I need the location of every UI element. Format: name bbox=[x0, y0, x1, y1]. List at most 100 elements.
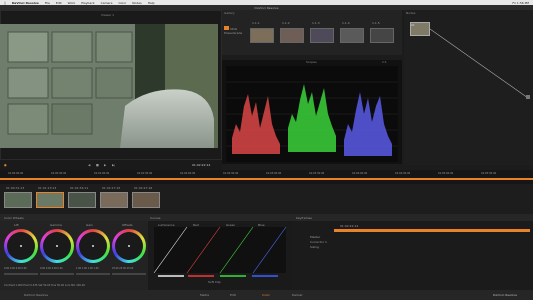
menu-camera[interactable]: Camera bbox=[101, 1, 113, 5]
menu-help[interactable]: Help bbox=[148, 1, 155, 5]
soft-clip-green-bar[interactable] bbox=[220, 275, 246, 277]
menu-app-name[interactable]: DaVinci Resolve bbox=[12, 1, 39, 5]
clip-timecode: 01:01:54:11 bbox=[70, 186, 89, 190]
page-navigation-bar: DaVinci Resolve Media Edit Color Deliver… bbox=[0, 290, 533, 300]
clip-thumb[interactable] bbox=[4, 192, 32, 208]
clip-strip: 01:00:31:13 01:01:13:13 01:01:54:11 01:0… bbox=[0, 184, 533, 214]
timeline-tick-label: 01:04:00:00 bbox=[352, 172, 368, 175]
clip-thumb[interactable] bbox=[68, 192, 96, 208]
gallery-thumb-label: 1.1.2 bbox=[282, 21, 290, 25]
clip-thumb[interactable] bbox=[36, 192, 64, 208]
wheel-master-slider[interactable] bbox=[76, 273, 110, 275]
gallery-panel: Gallery Stills PowerGrade 1.1.1 1.1.2 1.… bbox=[222, 10, 402, 55]
viewer-image[interactable] bbox=[0, 24, 218, 148]
keyframes-panel: 01:02:22:14 Master Corrector 1 Sizing bbox=[292, 221, 533, 290]
apple-icon[interactable]:  bbox=[4, 1, 6, 5]
color-wheel[interactable] bbox=[4, 229, 38, 263]
color-wheel[interactable] bbox=[112, 229, 146, 263]
menu-edit[interactable]: Edit bbox=[56, 1, 62, 5]
timeline-tick-label: 01:05:00:00 bbox=[438, 172, 454, 175]
clip-timecode: 01:01:13:13 bbox=[38, 186, 57, 190]
timeline-tick-label: 01:02:00:00 bbox=[180, 172, 196, 175]
still-folder-icon bbox=[224, 26, 229, 30]
node-connection-line bbox=[429, 28, 530, 99]
gallery-label: Gallery bbox=[224, 11, 235, 15]
clip-thumb[interactable] bbox=[132, 192, 160, 208]
keyframe-row-master[interactable]: Master bbox=[310, 235, 320, 239]
wheel-values: 0.00 0.00 0.00 0.00 bbox=[4, 267, 27, 270]
wheel-master-slider[interactable] bbox=[40, 273, 74, 275]
timeline-tick-label: 01:02:30:00 bbox=[223, 172, 239, 175]
gallery-thumb-label: 1.1.3 bbox=[312, 21, 320, 25]
gallery-still-thumb[interactable] bbox=[370, 28, 394, 43]
powergrade-album[interactable]: PowerGrade bbox=[224, 31, 242, 35]
wheel-center-point[interactable] bbox=[92, 245, 94, 247]
menubar-clock: Fri 1:56 PM bbox=[512, 0, 529, 5]
timeline-tick-label: 01:03:00:00 bbox=[266, 172, 282, 175]
scopes-zoom[interactable]: 1:1 bbox=[382, 60, 387, 64]
gallery-still-thumb[interactable] bbox=[310, 28, 334, 43]
play-reverse-icon[interactable]: ◀ bbox=[88, 163, 90, 167]
soft-clip-lum-bar[interactable] bbox=[158, 275, 184, 277]
menu-playback[interactable]: Playback bbox=[81, 1, 94, 5]
curve-green-label: Green bbox=[226, 223, 236, 227]
keyframe-ruler[interactable] bbox=[334, 229, 530, 232]
play-icon[interactable]: ▶ bbox=[104, 163, 106, 167]
wheel-center-point[interactable] bbox=[128, 245, 130, 247]
next-frame-icon[interactable]: ▶| bbox=[112, 163, 115, 167]
curve-red-label: Red bbox=[193, 223, 199, 227]
wheel-center-point[interactable] bbox=[56, 245, 58, 247]
clip-thumb[interactable] bbox=[100, 192, 128, 208]
timeline-ruler[interactable]: 01:00:00:00 01:00:30:00 01:01:00:00 01:01:3… bbox=[0, 170, 533, 184]
scopes-label: Scopes bbox=[306, 60, 317, 64]
wheel-label: Offsets bbox=[122, 223, 133, 227]
gallery-thumb-label: 1.1.5 bbox=[372, 21, 380, 25]
loop-icon[interactable]: ● bbox=[4, 163, 7, 167]
gallery-still-thumb[interactable] bbox=[250, 28, 274, 43]
clip-timecode: 01:02:17:15 bbox=[102, 186, 121, 190]
keyframe-row-corrector[interactable]: Corrector 1 bbox=[310, 240, 327, 244]
viewer-label: Viewer 1 bbox=[101, 13, 115, 17]
wheel-master-slider[interactable] bbox=[112, 273, 146, 275]
curve-luminance-label: Luminance bbox=[158, 223, 175, 227]
curves-graph[interactable] bbox=[154, 227, 286, 273]
wheel-values: 0.00 0.00 0.00 0.00 bbox=[40, 267, 63, 270]
transport-timecode: 01:02:22:14 bbox=[192, 163, 211, 167]
color-wheel[interactable] bbox=[40, 229, 74, 263]
tab-color-wheels[interactable]: Color Wheels bbox=[4, 216, 24, 220]
timeline-tick-label: 01:01:00:00 bbox=[94, 172, 110, 175]
rgb-parade-scope bbox=[226, 66, 398, 162]
menu-file[interactable]: File bbox=[45, 1, 50, 5]
gallery-still-thumb[interactable] bbox=[280, 28, 304, 43]
page-deliver[interactable]: Deliver bbox=[292, 293, 303, 297]
wheel-values: 25.00 25.00 25.00 bbox=[112, 267, 134, 270]
menu-color[interactable]: Color bbox=[118, 1, 126, 5]
stop-icon[interactable]: ■ bbox=[96, 163, 99, 167]
node-editor-panel[interactable]: Nodes 01 bbox=[404, 10, 533, 165]
timeline-tick-label: 01:00:00:00 bbox=[8, 172, 24, 175]
page-media[interactable]: Media bbox=[200, 293, 209, 297]
keyframe-row-sizing[interactable]: Sizing bbox=[310, 245, 319, 249]
wheel-center-point[interactable] bbox=[20, 245, 22, 247]
timeline-playhead-bar bbox=[0, 178, 533, 180]
curves-panel: Luminance Red Green Blue Soft Clip bbox=[148, 221, 292, 290]
tab-curves[interactable]: Curves bbox=[150, 216, 160, 220]
color-wheel[interactable] bbox=[76, 229, 110, 263]
gallery-thumb-label: 1.1.1 bbox=[252, 21, 260, 25]
tab-keyframes[interactable]: Keyframes bbox=[296, 216, 312, 220]
clip-timecode: 01:02:27:16 bbox=[134, 186, 153, 190]
page-color[interactable]: Color bbox=[262, 293, 270, 297]
scopes-panel: Scopes 1:1 bbox=[222, 60, 402, 164]
menu-nodes[interactable]: Nodes bbox=[132, 1, 141, 5]
wheel-values: 1.00 1.00 1.00 1.00 bbox=[76, 267, 99, 270]
soft-clip-blue-bar[interactable] bbox=[252, 275, 278, 277]
gallery-thumb-label: 1.1.4 bbox=[342, 21, 350, 25]
timeline-tick-label: 01:01:30:00 bbox=[137, 172, 153, 175]
palette-toolbar: Color Wheels Curves Keyframes bbox=[0, 214, 533, 221]
gallery-album-list[interactable]: Stills PowerGrade bbox=[224, 26, 248, 50]
wheel-master-slider[interactable] bbox=[4, 273, 38, 275]
menu-work[interactable]: Work bbox=[68, 1, 76, 5]
gallery-still-thumb[interactable] bbox=[340, 28, 364, 43]
soft-clip-red-bar[interactable] bbox=[188, 275, 214, 277]
page-edit[interactable]: Edit bbox=[230, 293, 236, 297]
